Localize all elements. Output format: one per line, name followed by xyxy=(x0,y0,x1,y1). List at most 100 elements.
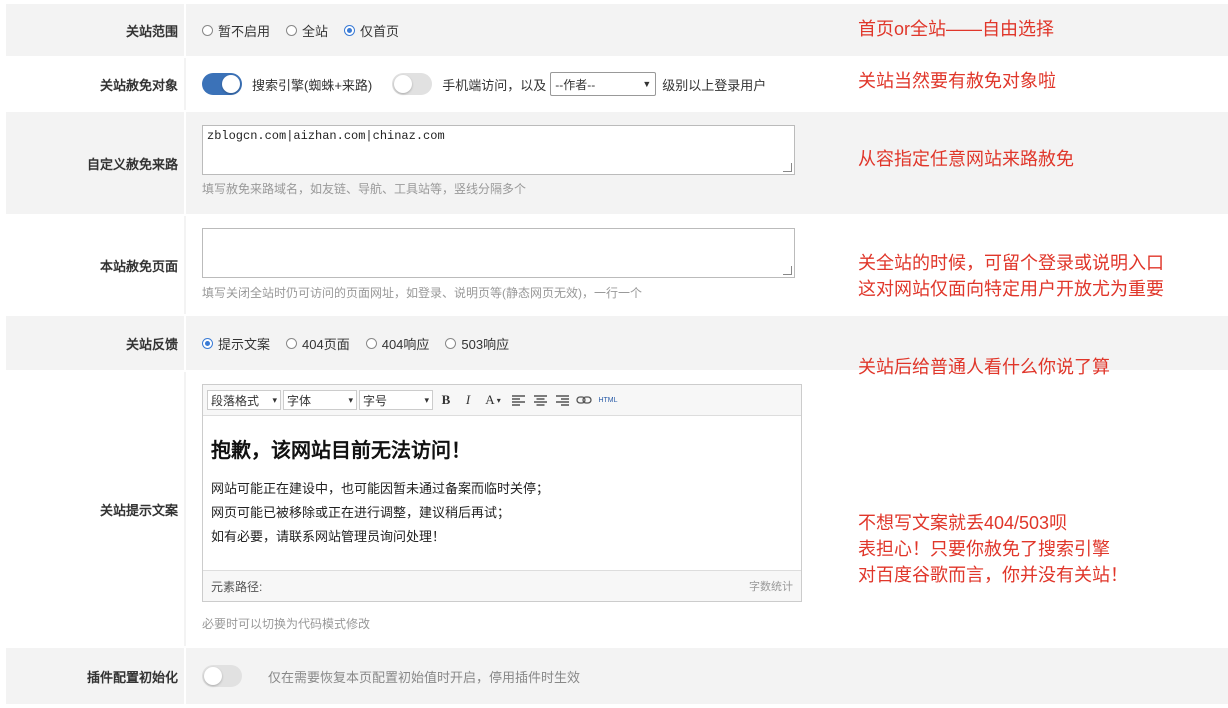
annotation-note: 从容指定任意网站来路赦免 xyxy=(858,149,1074,169)
reset-toggle[interactable] xyxy=(202,665,242,687)
scope-options: 暂不启用 全站 仅首页 xyxy=(202,4,415,56)
toggle-knob xyxy=(394,75,413,93)
radio-label: 404页面 xyxy=(302,336,350,352)
align-center-icon[interactable] xyxy=(529,390,551,410)
link-icon[interactable] xyxy=(573,390,595,410)
editor-content[interactable]: 抱歉，该网站目前无法访问！ 网站可能正在建设中，也可能因暂未通过备案而临时关停；… xyxy=(203,416,801,561)
radio-label: 提示文案 xyxy=(218,336,271,352)
pages-textarea[interactable] xyxy=(202,228,795,278)
pages-label: 本站赦免页面 xyxy=(99,258,178,274)
role-select[interactable]: --作者-- ▼ xyxy=(550,72,657,96)
row-divider xyxy=(184,372,186,646)
radio-dot[interactable] xyxy=(286,337,298,349)
mobile-access-toggle[interactable] xyxy=(392,73,433,95)
annotation-note: 关站后给普通人看什么你说了算 xyxy=(858,357,1110,377)
row-divider xyxy=(184,648,186,704)
caret-down-icon: ▾ xyxy=(348,394,353,405)
row-divider xyxy=(184,316,186,370)
annotation-note: 不想写文案就丢404/503呗 xyxy=(858,513,1068,533)
reset-label: 插件配置初始化 xyxy=(86,669,178,685)
feedback-radio-404-page[interactable]: 404页面 xyxy=(286,334,350,353)
feedback-label: 关站反馈 xyxy=(125,336,178,352)
annotation-note: 首页or全站——自由选择 xyxy=(858,19,1055,39)
feedback-radio-503-response[interactable]: 503响应 xyxy=(445,334,509,353)
exempt-label: 关站赦免对象 xyxy=(99,77,178,93)
message-label: 关站提示文案 xyxy=(99,502,178,518)
row-reset: 插件配置初始化 仅在需要恢复本页配置初始值时开启，停用插件时生效 xyxy=(6,648,1228,704)
row-divider xyxy=(184,58,186,110)
message-line: 如有必要，请联系网站管理员询问处理！ xyxy=(211,529,446,544)
pages-hint: 填写关闭全站时仍可访问的页面网址，如登录、说明页等(静态网页无效)，一行一个 xyxy=(202,286,642,300)
connector-text: ，以及 xyxy=(507,77,547,93)
row-divider xyxy=(184,216,186,314)
message-line: 网站可能正在建设中，也可能因暂未通过备案而临时关停； xyxy=(211,481,550,496)
radio-label: 503响应 xyxy=(461,336,510,352)
font-color-icon: A xyxy=(485,392,495,407)
italic-button[interactable]: I xyxy=(457,390,479,410)
reset-controls: 仅在需要恢复本页配置初始值时开启，停用插件时生效 xyxy=(202,648,580,704)
font-family-value: 字体 xyxy=(287,393,312,408)
caret-down-icon: ▾ xyxy=(496,395,501,405)
font-size-select[interactable]: 字号 ▾ xyxy=(359,390,433,410)
toggle-knob xyxy=(204,667,222,685)
role-select-value: --作者-- xyxy=(555,77,596,92)
editor-toolbar: 段落格式 ▾ 字体 ▾ 字号 ▾ B I A ▾ HTML xyxy=(203,385,801,416)
resize-handle-icon[interactable] xyxy=(783,163,792,172)
font-family-select[interactable]: 字体 ▾ xyxy=(283,390,357,410)
radio-dot[interactable] xyxy=(286,24,298,36)
exempt-controls: 搜索引擎(蜘蛛+来路) 手机端访问 ，以及 --作者-- ▼ 级别以上登录用户 xyxy=(202,58,766,110)
annotation-note: 表担心！只要你赦免了搜索引擎 xyxy=(858,539,1110,559)
editor-statusbar: 元素路径: 字数统计 xyxy=(203,570,801,601)
feedback-options: 提示文案 404页面 404响应 503响应 xyxy=(202,316,525,370)
chevron-down-icon: ▼ xyxy=(642,79,652,89)
feedback-radio-message[interactable]: 提示文案 xyxy=(202,334,270,353)
bold-button[interactable]: B xyxy=(435,390,457,410)
radio-dot[interactable] xyxy=(445,337,457,349)
message-line: 网页可能已被移除或正在进行调整，建议稍后再试； xyxy=(211,505,511,520)
align-right-icon[interactable] xyxy=(551,390,573,410)
radio-dot[interactable] xyxy=(202,24,213,36)
scope-radio-whole-site[interactable]: 全站 xyxy=(286,21,328,40)
referrer-label: 自定义赦免来路 xyxy=(86,156,178,172)
html-mode-button[interactable]: HTML xyxy=(595,390,621,410)
message-hint: 必要时可以切换为代码模式修改 xyxy=(202,617,371,631)
radio-dot-selected[interactable] xyxy=(202,337,213,349)
scope-label: 关站范围 xyxy=(125,23,178,39)
row-message: 关站提示文案 段落格式 ▾ 字体 ▾ 字号 ▾ B I A ▾ HTML 抱歉，… xyxy=(6,372,1228,646)
annotation-note: 对百度谷歌而言，你并没有关站！ xyxy=(858,565,1128,585)
radio-dot-selected[interactable] xyxy=(344,24,356,36)
toggle-knob xyxy=(222,75,240,93)
mobile-access-label: 手机端访问 xyxy=(442,77,508,93)
referrer-hint: 填写赦免来路域名，如友链、导航、工具站等，竖线分隔多个 xyxy=(202,182,527,196)
caret-down-icon: ▾ xyxy=(424,394,429,405)
role-suffix-text: 级别以上登录用户 xyxy=(662,77,767,93)
search-engine-label: 搜索引擎(蜘蛛+来路) xyxy=(252,77,373,93)
font-color-button[interactable]: A ▾ xyxy=(479,390,507,410)
referrer-textarea[interactable]: zblogcn.com|aizhan.com|chinaz.com xyxy=(202,125,795,175)
message-heading: 抱歉，该网站目前无法访问！ xyxy=(211,440,471,462)
element-path: 元素路径: xyxy=(211,579,263,594)
scope-radio-homepage[interactable]: 仅首页 xyxy=(344,21,399,40)
annotation-note: 这对网站仅面向特定用户开放尤为重要 xyxy=(858,279,1164,299)
align-left-icon[interactable] xyxy=(507,390,529,410)
radio-label: 暂不启用 xyxy=(218,23,271,39)
paragraph-format-select[interactable]: 段落格式 ▾ xyxy=(207,390,281,410)
word-count: 字数统计 xyxy=(749,581,793,593)
resize-handle-icon[interactable] xyxy=(783,266,792,275)
radio-label: 全站 xyxy=(302,23,329,39)
annotation-note: 关站当然要有赦免对象啦 xyxy=(858,71,1056,91)
rich-text-editor: 段落格式 ▾ 字体 ▾ 字号 ▾ B I A ▾ HTML 抱歉，该网站目前无法… xyxy=(202,384,802,602)
reset-hint: 仅在需要恢复本页配置初始值时开启，停用插件时生效 xyxy=(268,669,581,685)
search-engine-toggle[interactable] xyxy=(202,73,242,95)
paragraph-format-value: 段落格式 xyxy=(211,393,260,408)
radio-dot[interactable] xyxy=(365,337,377,349)
feedback-radio-404-response[interactable]: 404响应 xyxy=(365,334,430,353)
radio-label: 仅首页 xyxy=(360,23,400,39)
scope-radio-disabled[interactable]: 暂不启用 xyxy=(202,21,270,40)
annotation-note: 关全站的时候，可留个登录或说明入口 xyxy=(858,253,1164,273)
caret-down-icon: ▾ xyxy=(272,394,277,405)
row-divider xyxy=(184,4,186,56)
referrer-value: zblogcn.com|aizhan.com|chinaz.com xyxy=(207,129,445,143)
radio-label: 404响应 xyxy=(381,336,430,352)
row-divider xyxy=(184,112,186,214)
